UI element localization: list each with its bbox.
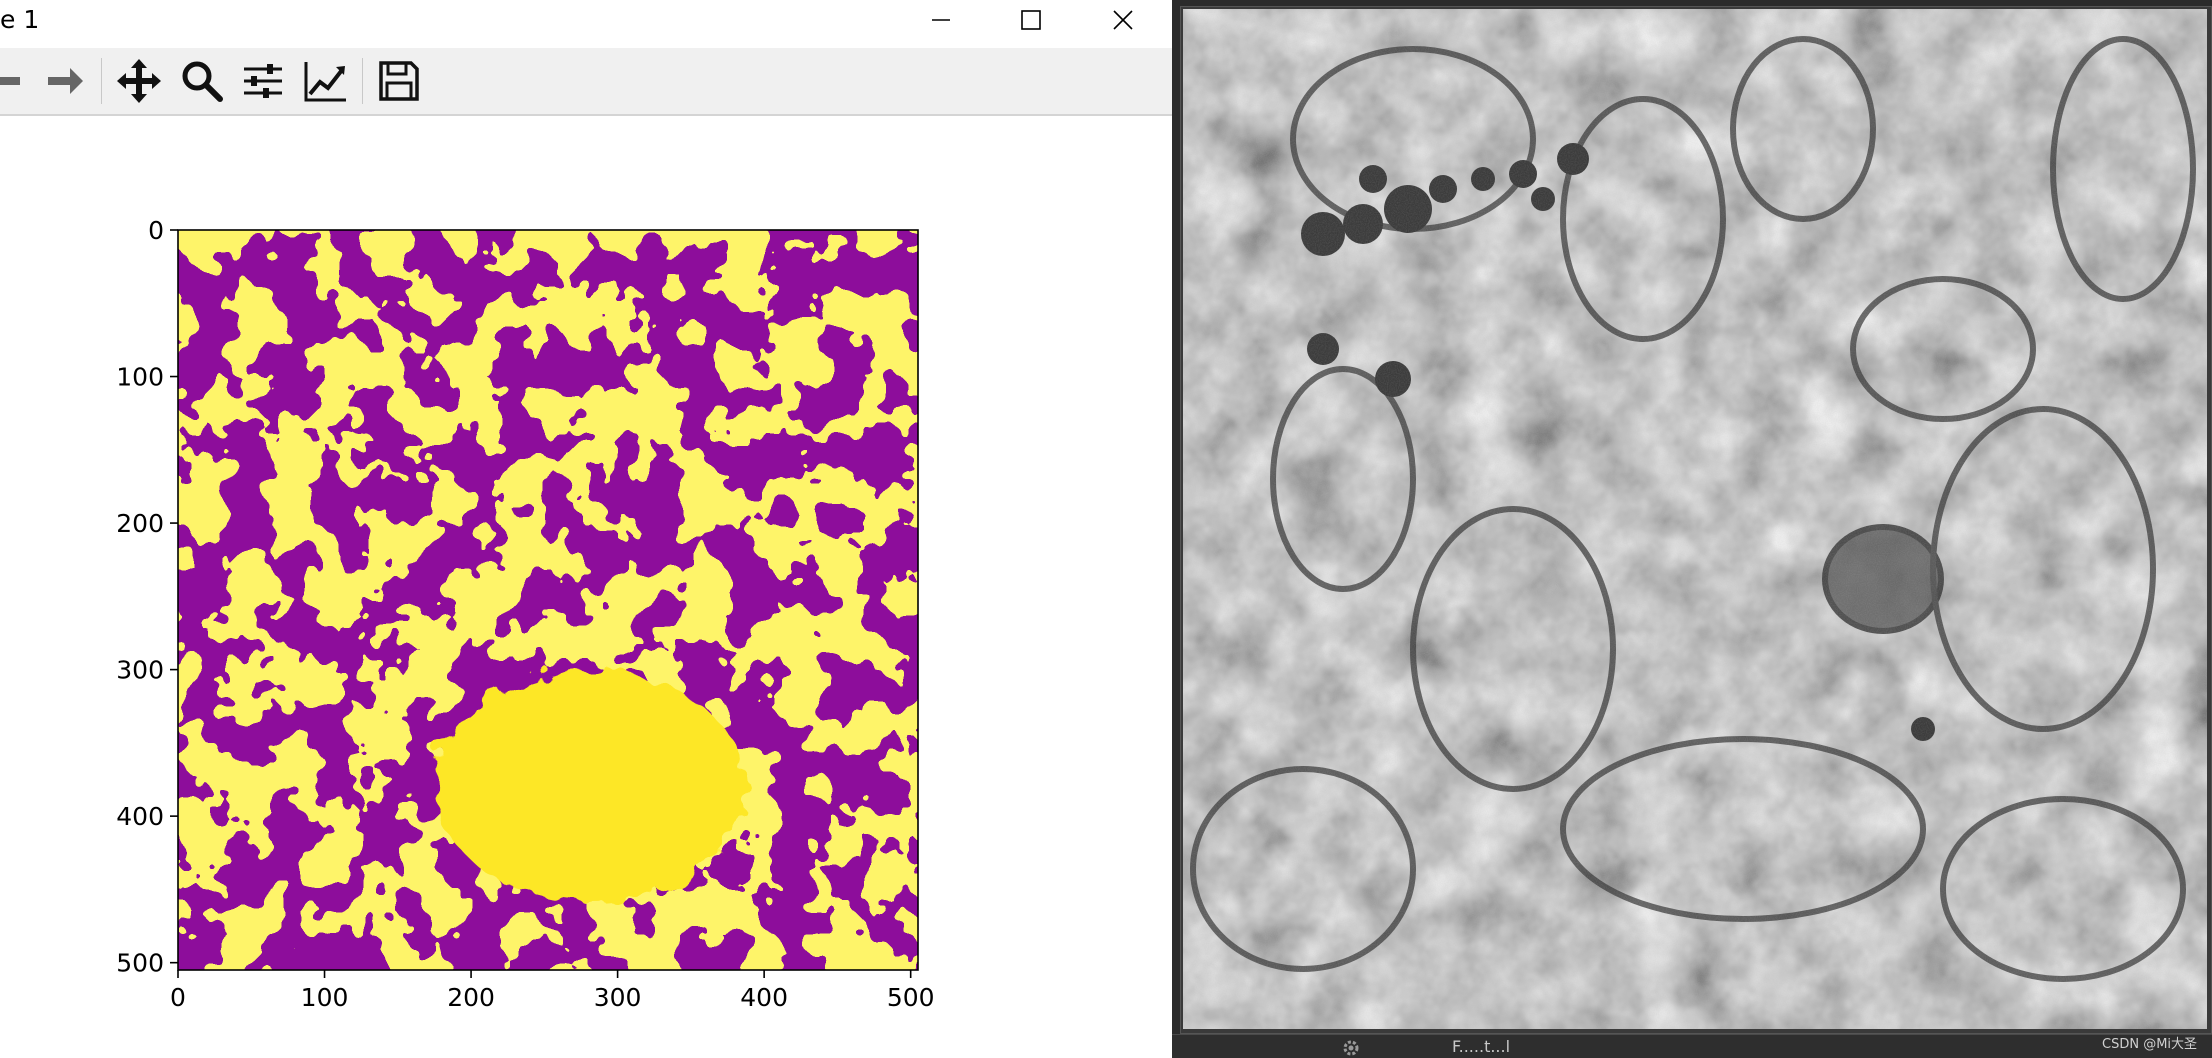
line-chart-icon [304, 62, 346, 102]
micrograph-image[interactable] [1183, 9, 2207, 1029]
minimize-button[interactable] [896, 0, 986, 40]
window-title: e 1 [0, 5, 40, 34]
arrow-left-icon [0, 77, 20, 85]
pan-button[interactable] [114, 56, 164, 106]
back-button[interactable] [0, 56, 28, 106]
edit-axes-button[interactable] [300, 56, 350, 106]
image-axes [177, 229, 919, 971]
x-tick-label: 500 [887, 983, 935, 1012]
magnifier-icon [182, 61, 223, 102]
sliders-icon [244, 64, 282, 98]
x-tick-label: 300 [594, 983, 642, 1012]
floppy-disk-icon [379, 61, 419, 101]
figure-canvas[interactable]: 0 100 200 300 400 500 0 100 200 300 400 500 [0, 116, 1172, 1058]
close-icon [1113, 10, 1133, 30]
minimize-icon [932, 19, 950, 21]
maximize-button[interactable] [986, 0, 1076, 40]
watermark-text: CSDN @Mi大圣 [2102, 1037, 2198, 1052]
toolbar-separator [101, 58, 102, 104]
y-tick-label: 500 [116, 949, 164, 978]
maximize-icon [1021, 10, 1041, 30]
x-tick-label: 400 [740, 983, 788, 1012]
save-button[interactable] [374, 56, 424, 106]
x-tick-label: 100 [301, 983, 349, 1012]
viewer-status-bar: F.....t...l [1172, 1034, 2212, 1058]
matplotlib-window: e 1 0 100 200 300 400 500 0 100 200 300 … [0, 0, 1172, 1058]
y-tick-label: 200 [116, 509, 164, 538]
mask-large-region [435, 671, 745, 901]
toolbar-separator [362, 58, 363, 104]
x-axis: 0 100 200 300 400 500 [170, 970, 935, 1012]
image-frame [1180, 6, 2212, 1034]
x-tick-label: 0 [170, 983, 186, 1012]
close-button[interactable] [1078, 0, 1168, 40]
plot-area: 0 100 200 300 400 500 0 100 200 300 400 500 [116, 216, 935, 1012]
image-viewer-window: F.....t...l CSDN @Mi大圣 [1172, 0, 2212, 1058]
gear-icon[interactable] [1342, 1039, 1360, 1057]
y-tick-label: 0 [148, 216, 164, 245]
status-text: F.....t...l [1452, 1037, 1511, 1056]
forward-button[interactable] [40, 56, 90, 106]
title-bar[interactable]: e 1 [0, 0, 1172, 40]
y-tick-label: 100 [116, 363, 164, 392]
configure-subplots-button[interactable] [238, 56, 288, 106]
move-icon [117, 59, 161, 103]
y-tick-label: 400 [116, 802, 164, 831]
arrow-right-icon [48, 68, 83, 94]
x-tick-label: 200 [447, 983, 495, 1012]
zoom-button[interactable] [177, 56, 227, 106]
navigation-toolbar [0, 48, 1172, 116]
y-axis: 0 100 200 300 400 500 [116, 216, 178, 978]
y-tick-label: 300 [116, 656, 164, 685]
